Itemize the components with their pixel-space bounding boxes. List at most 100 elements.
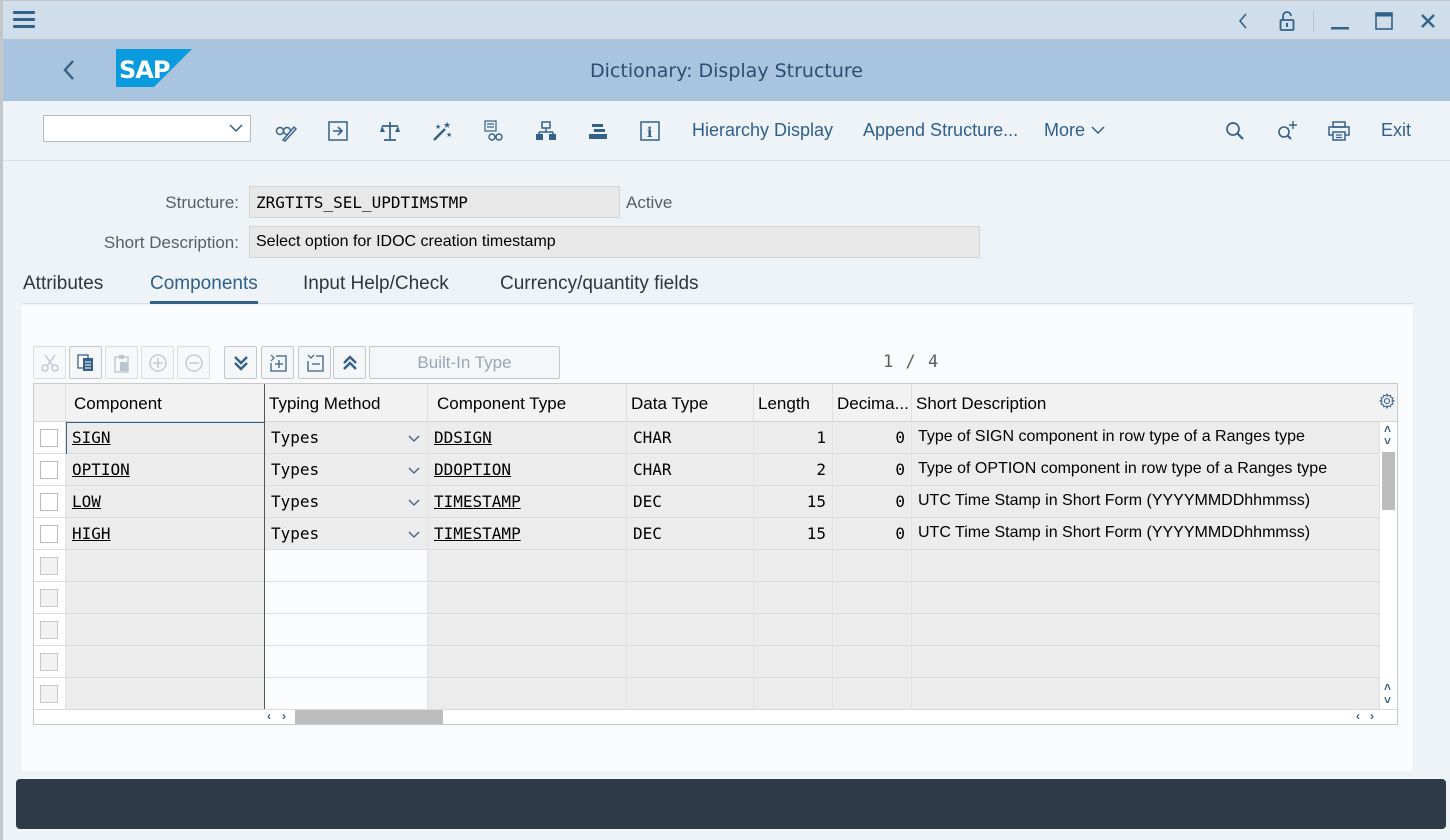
- row-selector[interactable]: [34, 486, 66, 517]
- table-row[interactable]: SIGN Types DDSIGN CHAR 1 0 Type of SIGN compon…: [34, 422, 1380, 454]
- cell-data-type[interactable]: [627, 646, 754, 677]
- cell-component-type[interactable]: TIMESTAMP: [428, 518, 627, 549]
- cell-length[interactable]: [754, 678, 833, 709]
- table-row[interactable]: HIGH Types TIMESTAMP DEC 15 0 UTC Time Stamp i…: [34, 518, 1380, 550]
- component-value[interactable]: OPTION: [72, 460, 130, 479]
- command-field[interactable]: [43, 115, 251, 142]
- scroll-left-icon[interactable]: ‹: [267, 709, 271, 723]
- cell-short-description[interactable]: [912, 646, 1380, 677]
- scroll-right-icon[interactable]: ›: [282, 709, 286, 723]
- row-selector[interactable]: [34, 550, 66, 581]
- horizontal-scroll-thumb[interactable]: [295, 710, 443, 724]
- hierarchy-display-button[interactable]: Hierarchy Display: [692, 120, 833, 141]
- cell-typing-method[interactable]: Types: [265, 422, 428, 453]
- where-used-icon[interactable]: [481, 118, 507, 144]
- component-type-value[interactable]: DDOPTION: [434, 460, 511, 479]
- row-selector[interactable]: [34, 518, 66, 549]
- technical-settings-icon[interactable]: [585, 118, 611, 144]
- cell-short-description[interactable]: [912, 678, 1380, 709]
- short-description-field[interactable]: Select option for IDOC creation timestam…: [249, 226, 980, 258]
- row-selector[interactable]: [34, 678, 66, 709]
- empty-table-row[interactable]: [34, 646, 1380, 678]
- structure-field[interactable]: ZRGTITS_SEL_UPDTIMSTMP: [249, 186, 620, 218]
- cut-button[interactable]: [33, 346, 66, 379]
- cell-length[interactable]: [754, 646, 833, 677]
- cell-typing-method[interactable]: [265, 614, 428, 645]
- select-all-header[interactable]: [34, 384, 66, 422]
- row-checkbox[interactable]: [40, 653, 58, 671]
- row-checkbox[interactable]: [40, 589, 58, 607]
- chevron-down-icon[interactable]: [228, 121, 244, 139]
- col-header-short-description[interactable]: Short Description: [912, 384, 1380, 422]
- cell-typing-method[interactable]: [265, 678, 428, 709]
- row-selector[interactable]: [34, 614, 66, 645]
- cell-decimals[interactable]: [833, 614, 912, 645]
- col-header-component[interactable]: Component: [66, 384, 265, 422]
- scroll-right-icon[interactable]: ›: [1370, 709, 1374, 723]
- col-header-decimals[interactable]: Decima...: [833, 384, 912, 422]
- cell-component-type[interactable]: [428, 678, 627, 709]
- scroll-left-icon[interactable]: ‹: [1356, 709, 1360, 723]
- collapse-all-button[interactable]: [333, 346, 366, 379]
- lock-open-icon[interactable]: [1265, 1, 1309, 41]
- empty-table-row[interactable]: [34, 550, 1380, 582]
- row-checkbox[interactable]: [40, 493, 58, 511]
- select-block-button[interactable]: [298, 346, 331, 379]
- chevron-down-icon[interactable]: [407, 525, 421, 544]
- component-value[interactable]: LOW: [72, 492, 101, 511]
- cell-component[interactable]: [66, 678, 265, 709]
- cell-component[interactable]: HIGH: [66, 518, 265, 549]
- cell-typing-method[interactable]: [265, 582, 428, 613]
- cell-typing-method[interactable]: [265, 550, 428, 581]
- object-list-icon[interactable]: [533, 118, 559, 144]
- cell-component-type[interactable]: TIMESTAMP: [428, 486, 627, 517]
- col-header-length[interactable]: Length: [754, 384, 833, 422]
- col-header-component-type[interactable]: Component Type: [428, 384, 627, 422]
- cell-component[interactable]: [66, 582, 265, 613]
- cell-data-type[interactable]: [627, 614, 754, 645]
- empty-table-row[interactable]: [34, 582, 1380, 614]
- display-change-icon[interactable]: [273, 118, 299, 144]
- cell-decimals[interactable]: [833, 646, 912, 677]
- search-icon[interactable]: [1222, 118, 1248, 144]
- row-checkbox[interactable]: [40, 429, 58, 447]
- cell-length[interactable]: [754, 550, 833, 581]
- cell-component[interactable]: SIGN: [66, 422, 265, 453]
- cell-short-description[interactable]: [912, 550, 1380, 581]
- component-value[interactable]: SIGN: [72, 428, 111, 447]
- cell-component[interactable]: LOW: [66, 486, 265, 517]
- cell-typing-method[interactable]: Types: [265, 486, 428, 517]
- maximize-icon[interactable]: [1362, 1, 1406, 41]
- cell-component[interactable]: [66, 614, 265, 645]
- hamburger-menu-button[interactable]: [13, 11, 37, 31]
- close-icon[interactable]: [1406, 1, 1450, 41]
- tab-currency-quantity-fields[interactable]: Currency/quantity fields: [500, 273, 699, 301]
- row-selector[interactable]: [34, 646, 66, 677]
- more-menu-button[interactable]: More: [1044, 120, 1106, 141]
- row-selector[interactable]: [34, 422, 66, 453]
- tab-components[interactable]: Components: [150, 273, 258, 304]
- tab-attributes[interactable]: Attributes: [23, 273, 103, 301]
- cell-short-description[interactable]: [912, 614, 1380, 645]
- cell-length[interactable]: [754, 582, 833, 613]
- scroll-down-icon[interactable]: ˅: [1384, 434, 1391, 448]
- col-header-data-type[interactable]: Data Type: [627, 384, 754, 422]
- exit-button[interactable]: Exit: [1381, 120, 1411, 141]
- row-checkbox[interactable]: [40, 621, 58, 639]
- insert-line-button[interactable]: [261, 346, 294, 379]
- search-next-icon[interactable]: [1274, 118, 1300, 144]
- chevron-down-icon[interactable]: [407, 461, 421, 480]
- empty-table-row[interactable]: [34, 614, 1380, 646]
- minimize-icon[interactable]: [1318, 1, 1362, 41]
- component-type-value[interactable]: TIMESTAMP: [434, 492, 521, 511]
- back-icon[interactable]: [1221, 1, 1265, 41]
- row-checkbox[interactable]: [40, 525, 58, 543]
- cell-short-description[interactable]: [912, 582, 1380, 613]
- component-type-value[interactable]: TIMESTAMP: [434, 524, 521, 543]
- row-checkbox[interactable]: [40, 461, 58, 479]
- cell-component[interactable]: [66, 550, 265, 581]
- cell-data-type[interactable]: [627, 582, 754, 613]
- cell-data-type[interactable]: [627, 550, 754, 581]
- row-checkbox[interactable]: [40, 557, 58, 575]
- empty-table-row[interactable]: [34, 678, 1380, 710]
